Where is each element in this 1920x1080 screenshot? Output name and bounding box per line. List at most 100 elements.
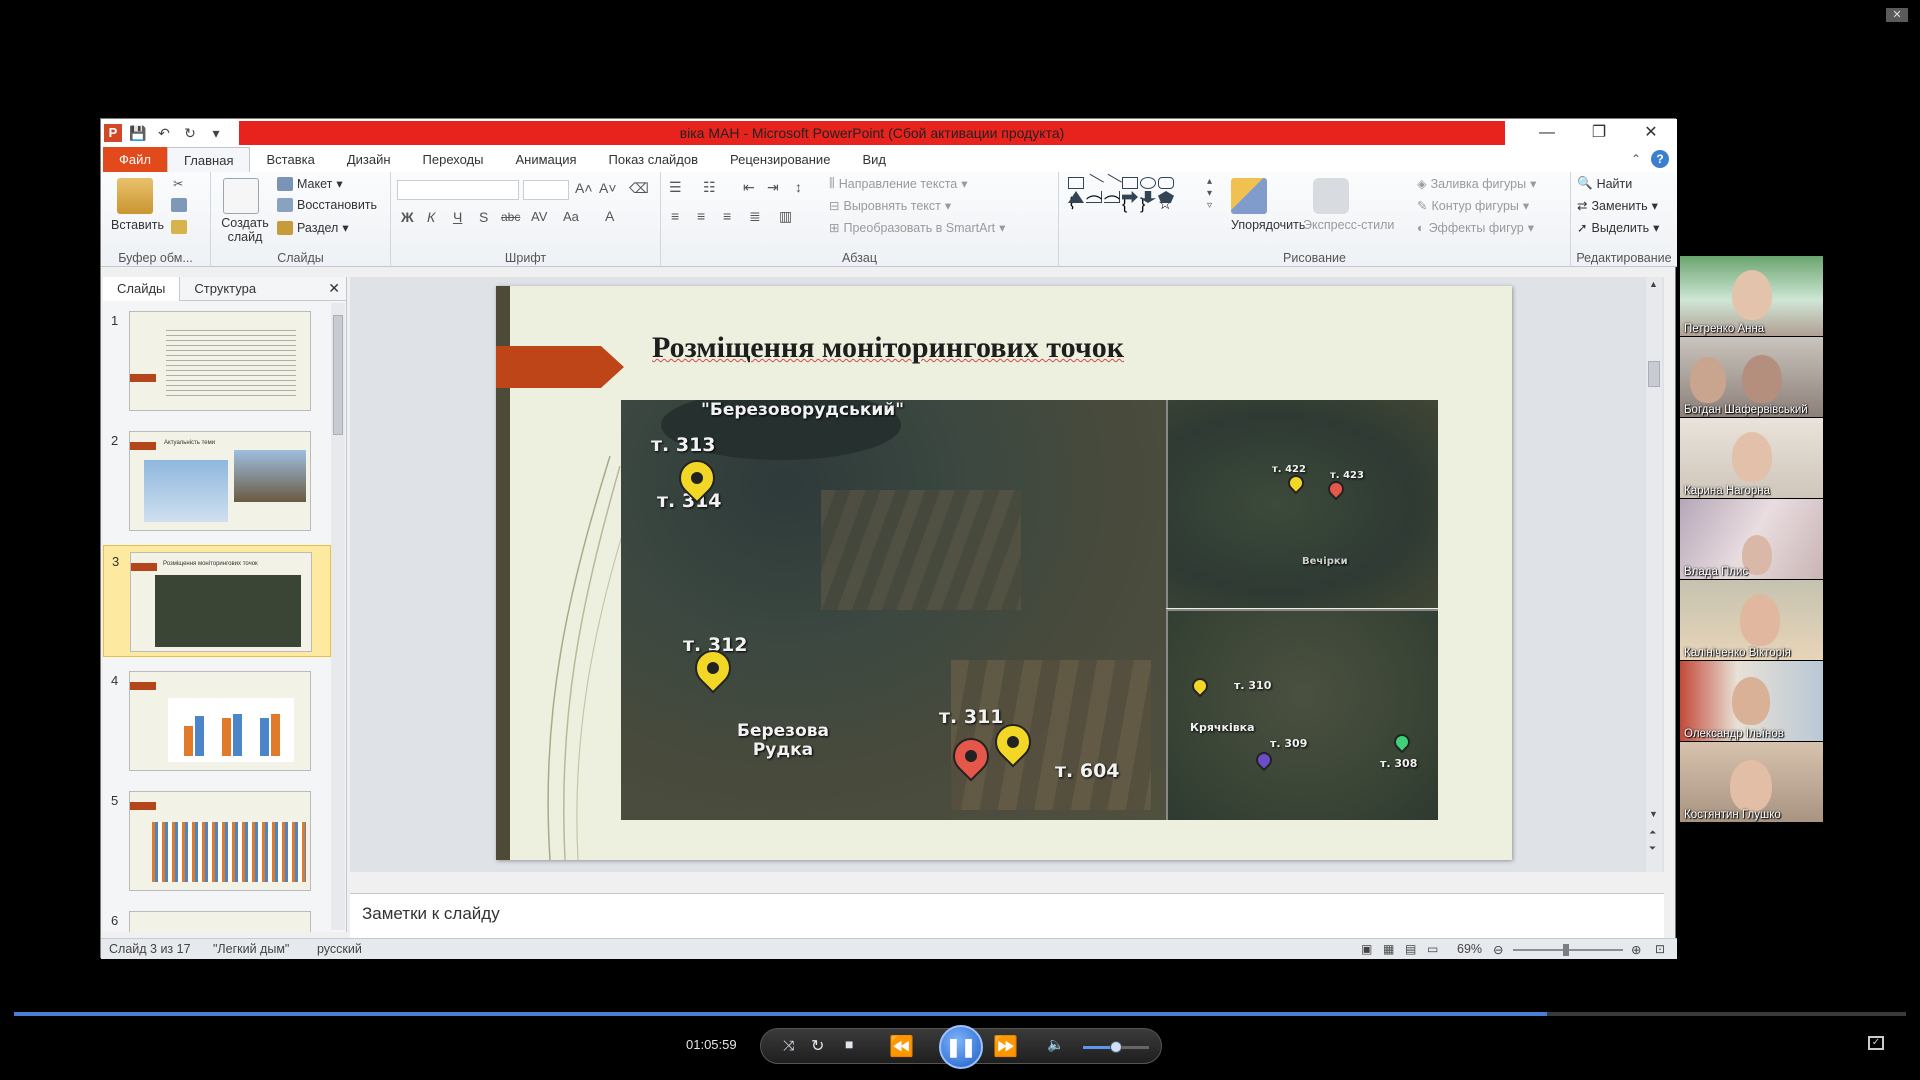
tab-view[interactable]: Вид	[846, 147, 902, 172]
next-slide-icon[interactable]: ⏷	[1649, 843, 1656, 854]
brace-right-icon[interactable]: }	[1140, 197, 1156, 217]
view-normal-icon[interactable]: ▣	[1361, 942, 1372, 956]
change-case-button[interactable]: Aa	[563, 209, 579, 224]
editor-scroll-thumb[interactable]	[1648, 361, 1660, 387]
grow-font-icon[interactable]: A˄	[575, 180, 593, 196]
stop-icon[interactable]: ■	[845, 1036, 853, 1052]
zoom-level[interactable]: 69%	[1457, 942, 1482, 956]
char-spacing-button[interactable]: AV	[531, 209, 547, 224]
tab-file[interactable]: Файл	[103, 147, 167, 172]
language[interactable]: русский	[317, 942, 362, 956]
bold-button[interactable]: Ж	[401, 209, 414, 225]
justify-icon[interactable]: ≣	[749, 208, 761, 225]
curve-shape-icon[interactable]: ⌒	[1086, 197, 1102, 217]
section-button[interactable]: Раздел ▾	[277, 220, 349, 235]
tab-review[interactable]: Рецензирование	[714, 147, 846, 172]
new-slide-button[interactable]: Создать слайд	[219, 216, 271, 244]
current-slide[interactable]: Розміщення моніторингових точок "Березов…	[496, 286, 1512, 860]
restore-icon[interactable]: ❐	[1573, 119, 1625, 147]
minimize-icon[interactable]: —	[1521, 119, 1573, 147]
text-direction-button[interactable]: ⫼ Направление текста ▾	[829, 176, 968, 191]
tab-transitions[interactable]: Переходы	[407, 147, 500, 172]
tab-insert[interactable]: Вставка	[250, 147, 330, 172]
slide-thumb-1[interactable]: 1	[103, 305, 331, 417]
select-button[interactable]: ➚ Выделить ▾	[1577, 220, 1659, 236]
zoom-out-icon[interactable]: ⊖	[1493, 942, 1503, 957]
zoom-slider[interactable]	[1513, 944, 1623, 956]
customize-toolbar-icon[interactable]: ▾	[206, 123, 226, 143]
strikethrough-button[interactable]: abc	[501, 210, 520, 224]
arc-shape-icon[interactable]: ⌒	[1104, 197, 1120, 217]
shapes-gallery[interactable]: ⌇ ⌒ ⌒{} ☆	[1067, 173, 1217, 218]
shape-outline-button[interactable]: ✎ Контур фигуры ▾	[1417, 198, 1529, 214]
new-slide-icon[interactable]	[223, 178, 259, 214]
replace-button[interactable]: ⇄ Заменить ▾	[1577, 198, 1658, 214]
save-icon[interactable]: 💾	[128, 123, 148, 143]
align-left-icon[interactable]: ≡	[671, 208, 679, 224]
layout-button[interactable]: Макет ▾	[277, 176, 343, 191]
tab-animation[interactable]: Анимация	[500, 147, 593, 172]
fit-to-window-icon[interactable]: ⊡	[1655, 942, 1665, 956]
tab-design[interactable]: Дизайн	[331, 147, 407, 172]
shrink-font-icon[interactable]: A˅	[599, 180, 617, 196]
tab-slides[interactable]: Слайды	[103, 276, 181, 301]
participant-tile[interactable]: Карина Нагорна	[1680, 418, 1823, 498]
bullets-icon[interactable]: ☰	[669, 179, 682, 196]
quick-styles-button[interactable]: Экспресс-стили	[1303, 218, 1394, 232]
rounded-rect-shape-icon[interactable]	[1158, 177, 1174, 189]
smartart-button[interactable]: ⊞ Преобразовать в SmartArt ▾	[829, 220, 1005, 236]
arrow-line-shape-icon[interactable]	[1102, 173, 1122, 193]
quick-styles-icon[interactable]	[1313, 178, 1349, 214]
increase-indent-icon[interactable]: ⇥	[767, 179, 779, 196]
pane-scrollbar[interactable]	[331, 303, 345, 930]
pentagon-shape-icon[interactable]	[1158, 191, 1174, 203]
arrange-button[interactable]: Упорядочить	[1231, 218, 1305, 232]
participant-tile[interactable]: Влада Плис	[1680, 499, 1823, 579]
freeform-shape-icon[interactable]: ⌇	[1068, 197, 1084, 217]
font-name-combo[interactable]	[397, 180, 519, 200]
slide-thumb-4[interactable]: 4	[103, 665, 331, 777]
slide-thumb-6[interactable]: 6	[103, 905, 331, 932]
textbox-shape-icon[interactable]	[1068, 177, 1084, 189]
seek-bar[interactable]	[14, 1012, 1906, 1016]
align-center-icon[interactable]: ≡	[697, 208, 705, 224]
arrange-icon[interactable]	[1231, 178, 1267, 214]
participant-tile[interactable]: Петренко Анна	[1680, 256, 1823, 336]
participant-tile[interactable]: Олександр Ільїнов	[1680, 661, 1823, 741]
columns-icon[interactable]: ▥	[779, 208, 792, 225]
powerpoint-logo-icon[interactable]: P	[104, 124, 122, 142]
line-spacing-icon[interactable]: ↕	[795, 179, 802, 195]
slide-thumb-3[interactable]: 3 Розміщення моніторингових точок	[103, 545, 331, 657]
align-right-icon[interactable]: ≡	[723, 208, 731, 224]
shape-fill-button[interactable]: ◈ Заливка фигуры ▾	[1417, 176, 1536, 192]
zoom-slider-knob[interactable]	[1563, 944, 1569, 956]
slide-thumb-2[interactable]: 2 Актуальність теми	[103, 425, 331, 537]
redo-icon[interactable]: ↻	[180, 123, 200, 143]
paste-button[interactable]: Вставить	[111, 218, 164, 232]
tab-home[interactable]: Главная	[167, 146, 251, 173]
find-button[interactable]: 🔍 Найти	[1577, 176, 1632, 191]
switch-to-library-icon[interactable]: ✓	[1868, 1036, 1884, 1050]
prev-slide-icon[interactable]: ⏶	[1649, 827, 1656, 838]
close-icon[interactable]: ✕	[1625, 119, 1677, 147]
underline-button[interactable]: Ч	[453, 209, 462, 225]
pause-button[interactable]: ❚❚	[939, 1025, 983, 1069]
tab-slideshow[interactable]: Показ слайдов	[593, 147, 715, 172]
italic-button[interactable]: К	[427, 209, 435, 225]
editor-scrollbar[interactable]: ▲ ▼ ⏶ ⏷	[1646, 277, 1662, 872]
shadow-button[interactable]: S	[479, 209, 488, 225]
font-color-button[interactable]: A	[605, 208, 614, 224]
volume-slider[interactable]	[1083, 1041, 1149, 1053]
scroll-up-icon[interactable]: ▲	[1649, 279, 1658, 289]
format-painter-icon[interactable]	[171, 220, 187, 234]
collapse-ribbon-icon[interactable]: ⌃	[1631, 152, 1641, 166]
participant-tile[interactable]: Костянтин Глушко	[1680, 742, 1823, 822]
repeat-icon[interactable]: ↻	[811, 1036, 824, 1056]
shape-effects-button[interactable]: ◐ Эффекты фигур ▾	[1417, 220, 1534, 236]
reset-button[interactable]: Восстановить	[277, 198, 377, 212]
pane-scroll-thumb[interactable]	[333, 315, 343, 435]
slide-thumb-5[interactable]: 5	[103, 785, 331, 897]
notes-placeholder[interactable]: Заметки к слайду	[362, 904, 500, 924]
line-shape-icon[interactable]	[1084, 173, 1104, 193]
clear-format-icon[interactable]: ⌫	[629, 180, 649, 197]
